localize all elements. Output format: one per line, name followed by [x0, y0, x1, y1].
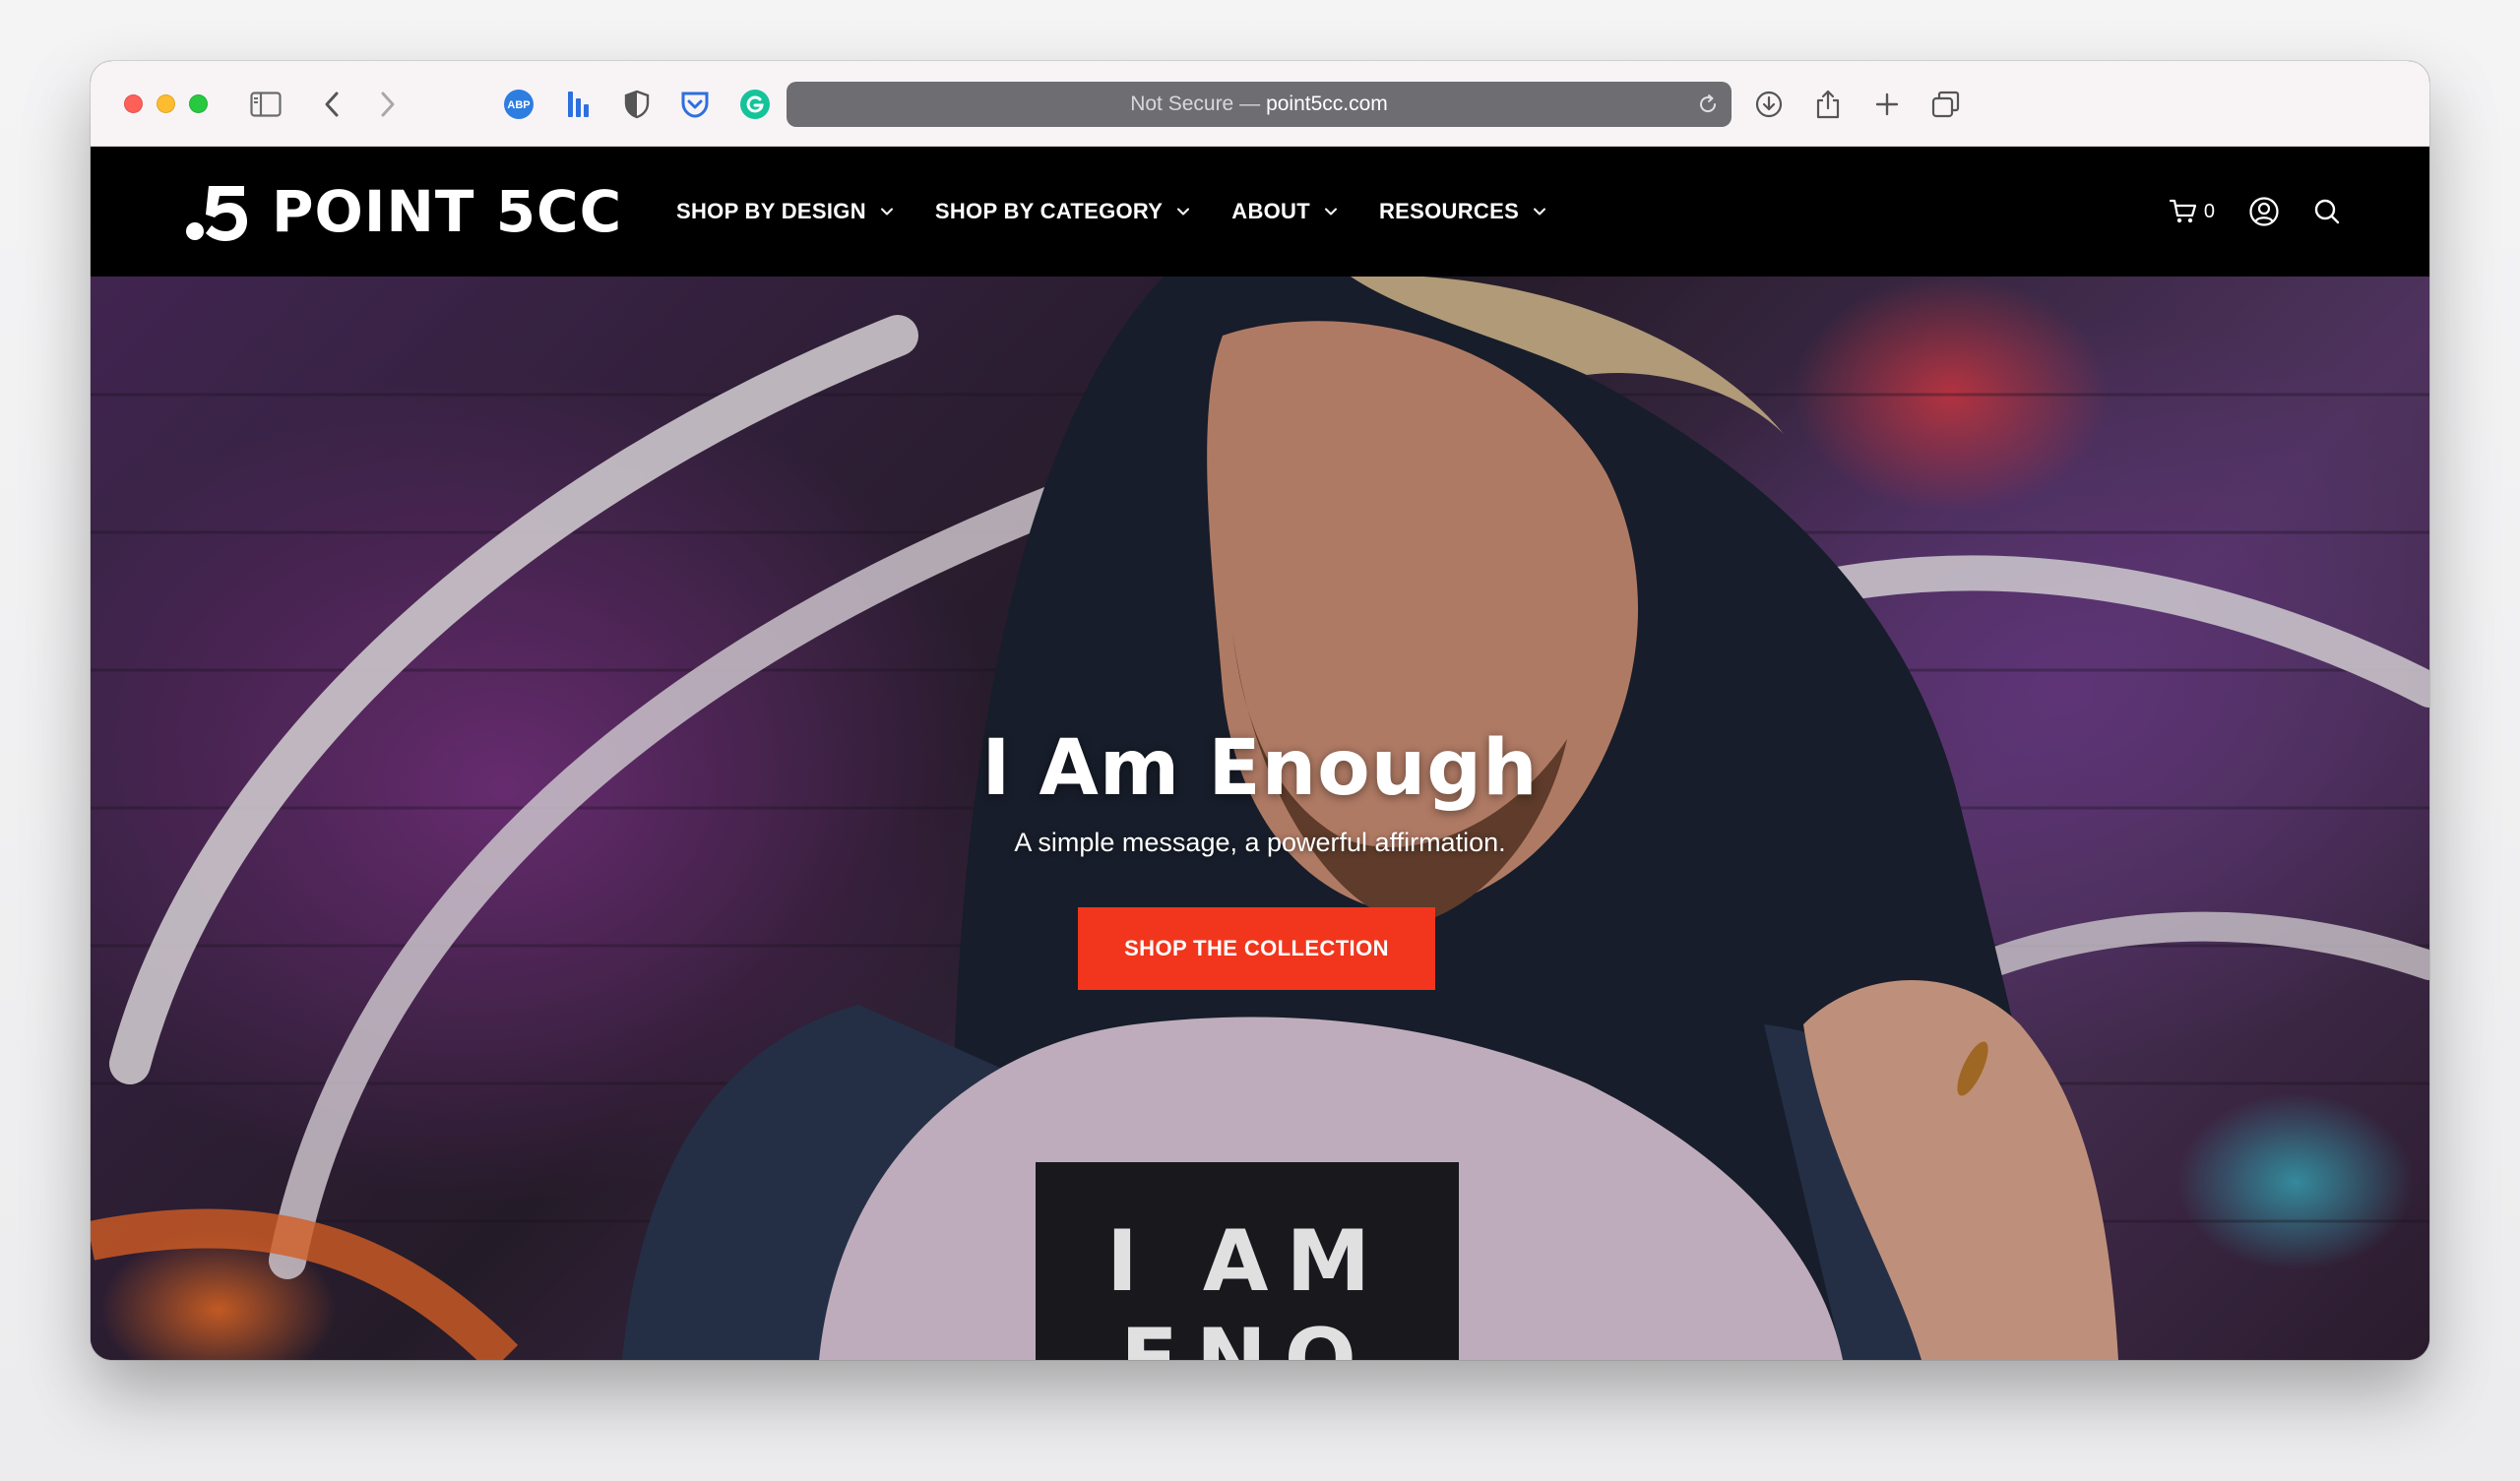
header-actions: 0: [2141, 147, 2341, 277]
pocket-icon[interactable]: [675, 85, 715, 124]
hero-banner: I AM ENO I Am Enough A simple message, a…: [91, 277, 2429, 1360]
address-bar[interactable]: Not Secure — point5cc.com: [787, 82, 1732, 127]
user-icon: [2249, 197, 2279, 226]
minimize-window-button[interactable]: [157, 94, 175, 113]
bars-extension-icon[interactable]: [558, 85, 598, 124]
reload-icon[interactable]: [1694, 91, 1722, 118]
sidebar-toggle-icon[interactable]: [246, 85, 285, 124]
hero-subtitle: A simple message, a powerful affirmation…: [1014, 828, 1506, 857]
tab-overview-icon[interactable]: [1926, 85, 1966, 124]
url-host: point5cc.com: [1266, 93, 1388, 115]
nav-shop-by-category[interactable]: SHOP BY CATEGORY: [935, 199, 1190, 224]
download-icon[interactable]: [1749, 85, 1789, 124]
nav-label: SHOP BY CATEGORY: [934, 199, 1164, 223]
hero-content: I Am Enough A simple message, a powerful…: [91, 277, 2429, 1360]
security-label: Not Secure —: [1130, 93, 1261, 115]
search-icon: [2314, 199, 2340, 224]
site-logo[interactable]: POINT 5CC: [185, 180, 622, 243]
chevron-down-icon: [1534, 208, 1546, 216]
nav-about[interactable]: ABOUT: [1231, 199, 1338, 224]
cart-count: 0: [2203, 200, 2215, 222]
back-icon[interactable]: [312, 85, 351, 124]
chevron-down-icon: [1324, 208, 1337, 216]
account-button[interactable]: [2248, 196, 2280, 227]
svg-text:ABP: ABP: [507, 99, 530, 111]
logo-text: POINT 5CC: [272, 178, 623, 245]
logo-mark-icon: [186, 186, 247, 241]
main-nav: SHOP BY DESIGN SHOP BY CATEGORY ABOUT RE…: [676, 147, 1588, 277]
chevron-down-icon: [1177, 208, 1190, 216]
browser-window: ABP Not Secure — point5cc.com POINT 5CC …: [91, 61, 2429, 1360]
nav-label: RESOURCES: [1378, 199, 1520, 223]
hero-title: I Am Enough: [981, 724, 1539, 813]
site-header: POINT 5CC SHOP BY DESIGN SHOP BY CATEGOR…: [91, 147, 2429, 277]
close-window-button[interactable]: [124, 94, 143, 113]
nav-shop-by-design[interactable]: SHOP BY DESIGN: [676, 199, 894, 224]
chevron-down-icon: [880, 208, 893, 216]
grammarly-icon[interactable]: [735, 85, 775, 124]
abp-icon[interactable]: ABP: [499, 85, 538, 124]
new-tab-icon[interactable]: [1867, 85, 1907, 124]
zoom-window-button[interactable]: [189, 94, 208, 113]
forward-icon[interactable]: [368, 85, 408, 124]
cart-icon: [2169, 199, 2196, 223]
cart-button[interactable]: 0: [2169, 198, 2215, 225]
shield-icon[interactable]: [617, 85, 657, 124]
browser-toolbar: ABP Not Secure — point5cc.com: [91, 61, 2429, 147]
search-button[interactable]: [2313, 198, 2341, 225]
share-icon[interactable]: [1808, 85, 1848, 124]
nav-label: ABOUT: [1231, 199, 1310, 223]
shop-collection-button[interactable]: SHOP THE COLLECTION: [1078, 907, 1435, 990]
nav-resources[interactable]: RESOURCES: [1379, 199, 1546, 224]
nav-label: SHOP BY DESIGN: [676, 199, 866, 223]
